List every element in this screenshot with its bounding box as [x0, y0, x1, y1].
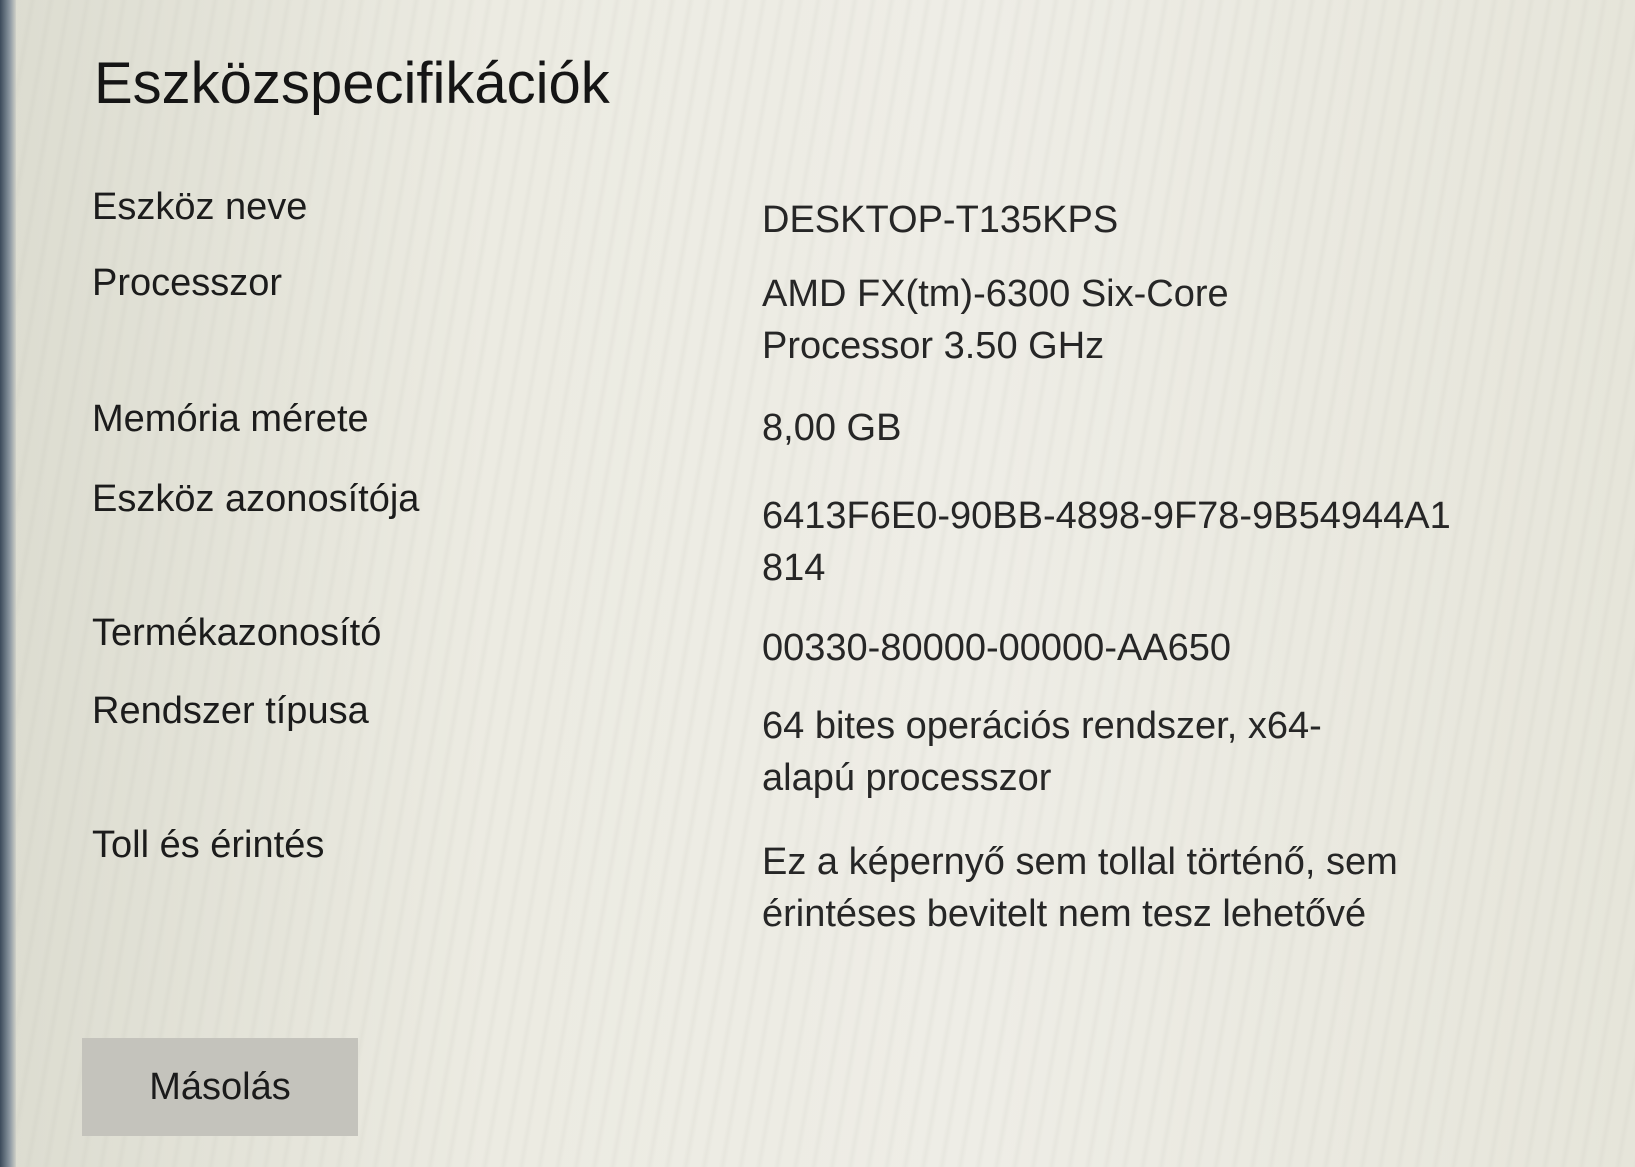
copy-button[interactable]: Másolás — [82, 1038, 358, 1136]
spec-value: 6413F6E0-90BB-4898-9F78-9B54944A1814 — [762, 495, 1451, 589]
window-edge — [0, 0, 16, 1167]
spec-value: 00330-80000-00000-AA650 — [762, 627, 1232, 669]
spec-label: Termékazonosító — [92, 612, 382, 654]
page-title: Eszközspecifikációk — [94, 51, 610, 116]
spec-label: Eszköz neve — [92, 186, 308, 228]
spec-value: 64 bites operációs rendszer, x64-alapú p… — [762, 705, 1322, 799]
spec-value: AMD FX(tm)-6300 Six-Core Processor 3.50 … — [762, 273, 1229, 367]
spec-label: Toll és érintés — [92, 824, 325, 866]
spec-label: Processzor — [92, 262, 283, 304]
spec-value: Ez a képernyő sem tollal történő, sem ér… — [762, 841, 1398, 935]
spec-value: DESKTOP-T135KPS — [762, 199, 1119, 241]
spec-label: Eszköz azonosítója — [92, 478, 420, 520]
spec-label: Memória mérete — [92, 398, 369, 440]
spec-label: Rendszer típusa — [92, 690, 369, 732]
spec-value: 8,00 GB — [762, 407, 902, 449]
settings-panel: Eszközspecifikációk Eszköz neve DESKTOP-… — [0, 0, 1635, 1167]
